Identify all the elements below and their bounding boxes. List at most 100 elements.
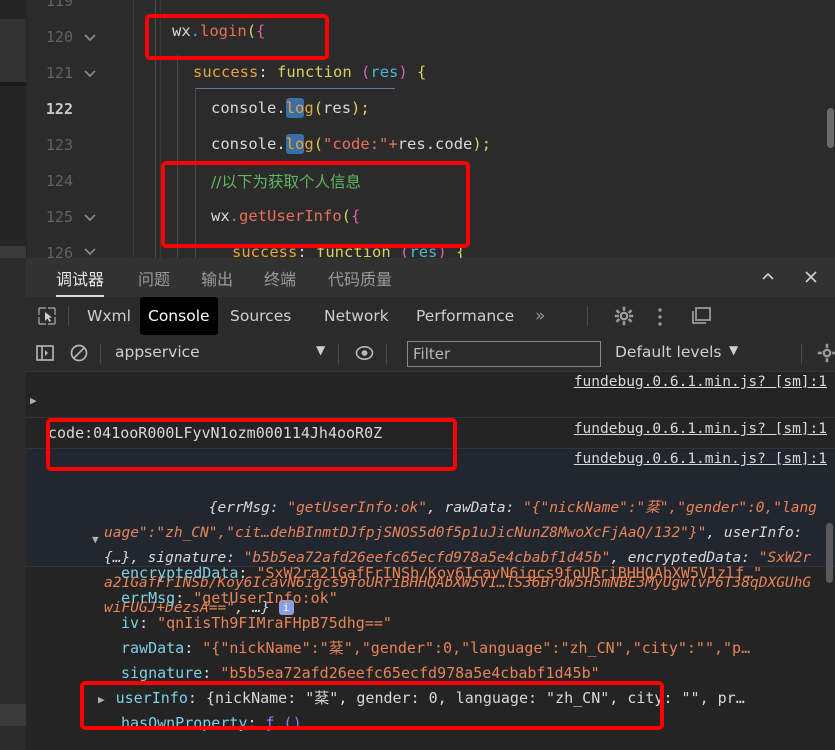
- prop-rawdata[interactable]: rawData: "{"nickName":"棻","gender":0,"la…: [121, 636, 750, 661]
- token-comment: //以下为获取个人信息: [211, 173, 361, 191]
- inspect-element-icon[interactable]: [36, 305, 58, 331]
- code-line-126: success: function (res) {: [232, 243, 465, 258]
- prop-hasownproperty[interactable]: hasOwnProperty: ƒ (): [121, 711, 302, 736]
- dock-icon[interactable]: [691, 306, 713, 330]
- token-paren: ): [472, 135, 482, 153]
- prop-value-userinfo: {nickName: "棻", gender: 0, language: "zh…: [205, 689, 745, 707]
- line-number: 121: [45, 64, 73, 82]
- token-paren: ): [398, 63, 408, 81]
- prop-userinfo[interactable]: ▶userInfo: hasOwnProperty{nickName: "棻",…: [98, 686, 745, 712]
- editor-rail-tab[interactable]: [0, 19, 26, 82]
- expand-arrow-icon[interactable]: ▶: [30, 394, 37, 407]
- token-log-selected: lo: [285, 98, 305, 118]
- console-filter-field[interactable]: [407, 341, 601, 367]
- log-value: "getUserInfo:ok": [287, 500, 428, 516]
- log-row-getuserinfo[interactable]: fundebug.0.6.1.min.js? [sm]:1 ▼ {errMsg:…: [26, 448, 835, 616]
- editor-body: 119 120 121 122 123 124 125 126 wx.login: [27, 0, 835, 258]
- panel-tab-output[interactable]: 输出: [201, 266, 233, 290]
- token-res: res: [323, 99, 352, 117]
- editor-rail-bottom: [0, 246, 26, 258]
- token-log-selected: lo: [285, 134, 305, 154]
- editor-code-area[interactable]: wx.login({ success: function (res) { con…: [135, 0, 835, 258]
- token-dot: .: [190, 22, 201, 40]
- token-log: g: [304, 135, 314, 153]
- prop-errmsg[interactable]: errMsg: "getUserInfo:ok": [121, 586, 338, 611]
- token-res: res: [409, 243, 438, 258]
- code-line-122: console.log(res);: [211, 98, 370, 118]
- gear-icon[interactable]: [614, 306, 634, 330]
- token-success: success: [232, 243, 298, 258]
- expand-arrow-icon[interactable]: ▶: [98, 693, 105, 706]
- token-brace: {: [456, 243, 466, 258]
- log-source-link[interactable]: fundebug.0.6.1.min.js? [sm]:1: [574, 451, 827, 467]
- panel-tab-problems[interactable]: 问题: [138, 266, 170, 290]
- token-plus: +: [388, 135, 398, 153]
- tab-network[interactable]: Network: [316, 297, 397, 335]
- fold-chevron-icon[interactable]: [81, 28, 99, 46]
- editor-rail-divider: [0, 82, 26, 86]
- log-level-caret-icon[interactable]: ▼: [729, 343, 738, 357]
- collapse-icon[interactable]: [758, 267, 778, 292]
- console-settings-gear-icon[interactable]: [817, 343, 835, 367]
- expand-arrow-icon[interactable]: ▼: [92, 533, 99, 546]
- more-tabs-icon[interactable]: »: [527, 297, 553, 335]
- chevron-down-icon[interactable]: ▼: [316, 343, 325, 357]
- line-number: 120: [45, 28, 73, 46]
- tab-sources[interactable]: Sources: [222, 297, 299, 335]
- log-row-code-string[interactable]: fundebug.0.6.1.min.js? [sm]:1 code:041oo…: [26, 417, 835, 450]
- token-colon: :: [258, 63, 268, 81]
- eye-icon[interactable]: [354, 343, 375, 367]
- prop-key: iv: [121, 614, 140, 632]
- fold-chevron-icon[interactable]: [81, 242, 99, 258]
- panel-tab-debugger[interactable]: 调试器: [56, 266, 105, 297]
- panel-tab-code-quality[interactable]: 代码质量: [328, 266, 392, 290]
- log-row-login-ok[interactable]: ▶ fundebug.0.6.1.min.js? [sm]:1 {errMsg:…: [26, 371, 835, 460]
- prop-signature[interactable]: signature: "b5b5ea72afd26eefc65ecfd978a5…: [121, 661, 600, 686]
- console-log-list[interactable]: ▶ fundebug.0.6.1.min.js? [sm]:1 {errMsg:…: [26, 371, 835, 750]
- prop-key: hasOwnProperty: [121, 714, 248, 732]
- editor-scrollbar[interactable]: [827, 108, 834, 148]
- token-paren: (: [341, 207, 352, 225]
- log-value: ge":"zh_CN","cit…dehBInmtDJfpjSNOS5d0f5p…: [121, 525, 707, 541]
- log-level-label[interactable]: Default levels: [615, 343, 722, 361]
- line-number: 125: [45, 208, 73, 226]
- kebab-menu-icon[interactable]: [657, 307, 663, 331]
- fold-chevron-icon[interactable]: [81, 208, 99, 226]
- clear-console-icon[interactable]: [69, 343, 89, 367]
- console-scrollbar[interactable]: [826, 523, 833, 583]
- line-number: 123: [45, 136, 73, 154]
- prop-value: "{"nickName":"棻","gender":0,"language":"…: [202, 639, 751, 657]
- tab-wxml[interactable]: Wxml: [79, 297, 139, 335]
- code-line-120: wx.login({: [172, 22, 265, 40]
- prop-iv[interactable]: iv: "qnIisTh9FIMraFHpB75dhg==": [121, 611, 392, 636]
- fold-chevron-icon[interactable]: [81, 64, 99, 82]
- log-source-link[interactable]: fundebug.0.6.1.min.js? [sm]:1: [574, 374, 827, 390]
- app-root: 119 120 121 122 123 124 125 126 wx.login: [0, 0, 835, 750]
- token-semi: ;: [360, 99, 370, 117]
- tab-performance[interactable]: Performance: [408, 297, 522, 335]
- token-success: success: [193, 63, 259, 81]
- token-dot: .: [229, 207, 240, 225]
- close-icon[interactable]: [801, 267, 821, 292]
- code-line-121: success: function (res) {: [193, 63, 426, 81]
- token-wx: wx: [211, 207, 230, 225]
- token-string: "code:": [323, 135, 389, 153]
- token-paren: ): [351, 99, 361, 117]
- prop-encrypteddata[interactable]: encryptedData: "SxW2ra21GafFrINSb/Koy6Ic…: [121, 561, 762, 586]
- panel-tab-terminal[interactable]: 终端: [264, 266, 296, 290]
- tab-console[interactable]: Console: [140, 297, 218, 335]
- token-dot: .: [276, 99, 286, 117]
- prop-key: userInfo: [115, 689, 188, 707]
- log-text-code: code:041ooR000LFyvN1ozm000114Jh4ooR0Z: [48, 424, 383, 442]
- token-paren: (: [361, 63, 371, 81]
- search-input[interactable]: [408, 342, 600, 366]
- token-paren: (: [246, 22, 257, 40]
- execution-context-label[interactable]: appservice: [115, 343, 200, 361]
- console-toolbar: appservice ▼ Default levels ▼: [26, 335, 835, 372]
- code-line-125: wx.getUserInfo({: [211, 207, 360, 225]
- token-dot: .: [276, 135, 286, 153]
- sidebar-toggle-icon[interactable]: [35, 343, 55, 367]
- devtools-main: 调试器 问题 输出 终端 代码质量 Wxml Console Sources N…: [26, 258, 835, 750]
- token-paren: (: [313, 99, 324, 117]
- devtools-rail-bottom: [0, 704, 26, 726]
